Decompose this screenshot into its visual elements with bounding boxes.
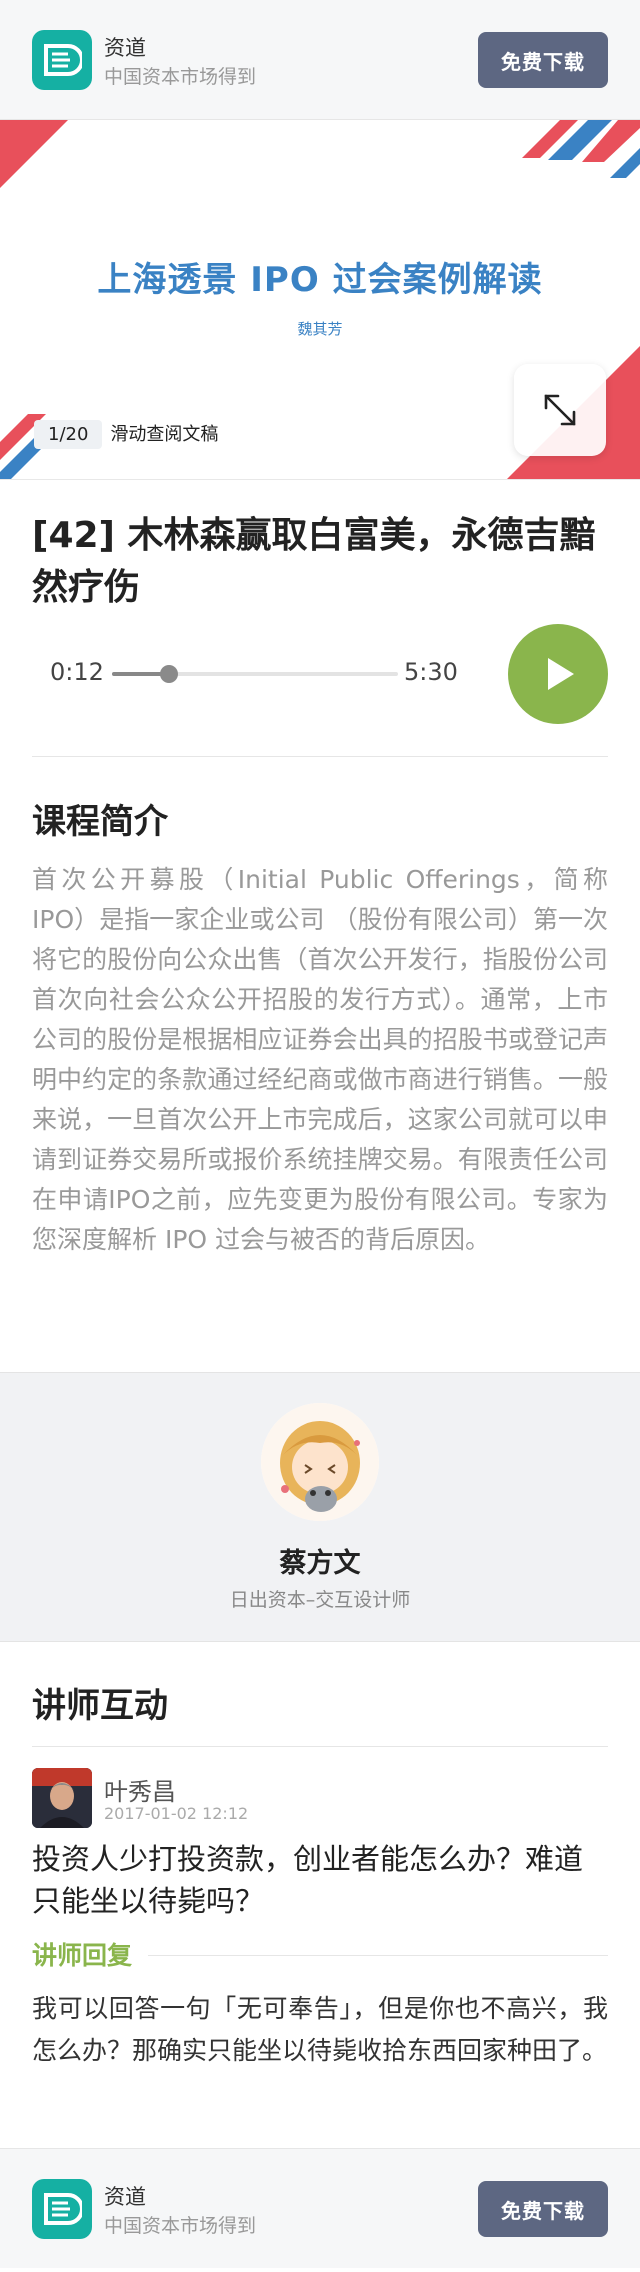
intro-heading: 课程简介 (32, 802, 168, 842)
reply-text: 我可以回答一句「无可奉告」，但是你也不高兴，我怎么办？那确实只能坐以待毙收拾东西… (32, 1994, 608, 2065)
expand-arrows-icon[interactable] (514, 364, 606, 456)
slide-author: 魏其芳 (297, 320, 343, 338)
question-text: 投资人少打投资款，创业者能怎么办？难道只能坐以待毙吗？ (32, 1842, 584, 1918)
question-time: 2017-01-02 12:12 (104, 1804, 249, 1823)
app-name: 资道 (104, 2185, 146, 2209)
lecturer-avatar[interactable] (261, 1403, 379, 1521)
progress-thumb[interactable] (160, 665, 179, 683)
user-name: 叶秀昌 (104, 1778, 176, 1806)
slide-page-number: 1/20 (34, 420, 103, 449)
download-button[interactable]: 免费下载 (478, 32, 608, 88)
zidao-logo-icon (32, 2179, 92, 2239)
lecturer-name: 蔡方文 (279, 1548, 361, 1579)
app-name: 资道 (104, 36, 146, 60)
app-tagline: 中国资本市场得到 (104, 2215, 257, 2237)
divider (32, 756, 608, 757)
download-button[interactable]: 免费下载 (478, 2181, 608, 2237)
lecturer-title: 日出资本–交互设计师 (229, 1589, 411, 1611)
current-time: 0:12 (50, 658, 104, 686)
app-banner-top: 资道 中国资本市场得到 免费下载 (0, 0, 640, 120)
interaction-heading: 讲师互动 (32, 1686, 168, 1726)
play-icon[interactable] (508, 624, 608, 724)
user-avatar[interactable] (32, 1768, 92, 1828)
reply-label: 讲师回复 (32, 1941, 133, 1970)
slide-hint: 滑动查阅文稿 (110, 424, 219, 445)
progress-track[interactable] (112, 665, 398, 683)
total-time: 5:30 (404, 658, 458, 686)
app-tagline: 中国资本市场得到 (104, 66, 257, 88)
lecturer-card: 蔡方文 日出资本–交互设计师 (0, 1372, 640, 1642)
page: 资道 中国资本市场得到 免费下载 上海透景 IPO 过会案例解读 魏其芳 1/2… (0, 0, 640, 2272)
zidao-logo-icon (32, 30, 92, 90)
app-banner-bottom: 资道 中国资本市场得到 免费下载 (0, 2148, 640, 2268)
reply-divider (148, 1955, 608, 1956)
slide-viewer[interactable]: 上海透景 IPO 过会案例解读 魏其芳 1/20 滑动查阅文稿 (0, 120, 640, 480)
audio-player: 0:12 5:30 (32, 622, 608, 724)
slide-counter: 1/20 滑动查阅文稿 (34, 420, 218, 449)
lesson-title: [42] 木林森赢取白富美，永德吉黯然疗伤 (32, 515, 596, 608)
intro-text: 首次公开募股（Initial Public Offerings，简称IPO）是指… (32, 865, 608, 1254)
slide-title: 上海透景 IPO 过会案例解读 (97, 260, 543, 300)
divider (32, 1746, 608, 1747)
